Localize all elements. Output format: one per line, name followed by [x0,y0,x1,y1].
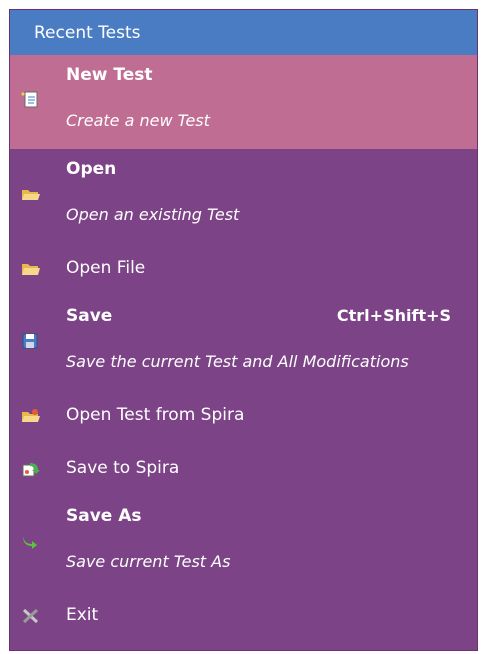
spira-save-icon [20,460,42,478]
save-title: Save [66,306,113,326]
menu-item-open-file[interactable]: Open File [10,243,477,296]
open-test-from-spira-label: Open Test from Spira [66,405,245,425]
menu-item-save-as[interactable]: Save As Save current Test As [10,496,477,590]
new-test-description: Create a new Test [66,111,210,130]
open-file-label: Open File [66,258,146,278]
open-description: Open an existing Test [66,205,240,224]
save-shortcut: Ctrl+Shift+S [336,306,451,325]
menu-item-save[interactable]: Save Ctrl+Shift+S Save the current Test … [10,296,477,390]
floppy-save-icon [20,332,42,350]
menu-item-open-test-from-spira[interactable]: Open Test from Spira [10,390,477,443]
menu-item-open[interactable]: Open Open an existing Test [10,149,477,243]
open-title: Open [66,159,117,179]
folder-open-icon [20,260,42,278]
spira-open-icon [20,407,42,425]
menu-item-save-to-spira[interactable]: Save to Spira [10,443,477,496]
recent-tests-header[interactable]: Recent Tests [10,10,477,55]
menu-item-new-test[interactable]: New Test Create a new Test [10,55,477,149]
save-description: Save the current Test and All Modificati… [66,352,409,371]
file-menu-panel: Recent Tests New Test Create a new Test … [9,9,478,651]
folder-open-icon [20,185,42,203]
menu-item-exit[interactable]: Exit [10,590,477,643]
save-as-arrow-icon [20,532,42,550]
save-to-spira-label: Save to Spira [66,458,180,478]
save-as-title: Save As [66,506,142,526]
exit-x-icon [20,607,42,625]
new-test-title: New Test [66,65,153,85]
new-document-icon [20,91,42,109]
recent-tests-label: Recent Tests [34,22,141,43]
exit-label: Exit [66,605,99,625]
save-as-description: Save current Test As [66,552,231,571]
